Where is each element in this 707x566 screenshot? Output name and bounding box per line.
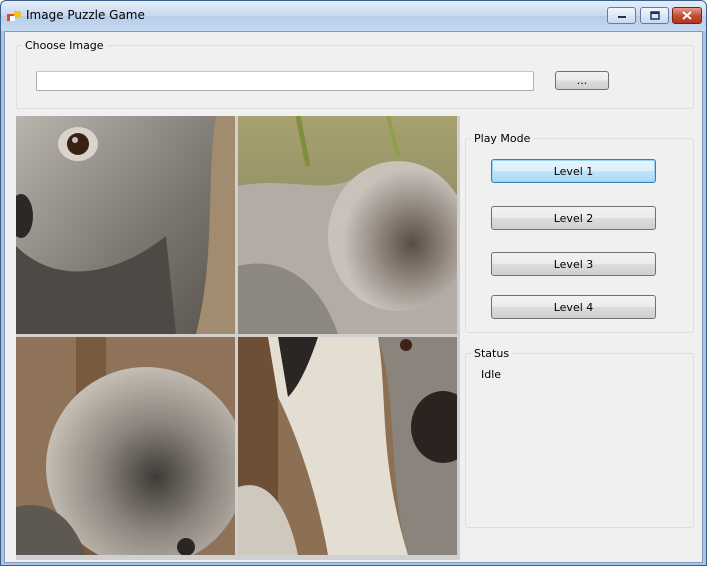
level-1-button[interactable]: Level 1 (491, 159, 656, 183)
maximize-button[interactable] (640, 7, 669, 24)
koala-tile-image (16, 116, 235, 334)
browse-button[interactable]: ... (555, 71, 609, 90)
maximize-icon (649, 11, 660, 20)
app-icon (7, 11, 21, 21)
koala-tile-image (238, 337, 457, 555)
choose-image-legend: Choose Image (25, 39, 104, 52)
level-4-button[interactable]: Level 4 (491, 295, 656, 319)
minimize-icon (617, 15, 626, 18)
title-bar[interactable]: Image Puzzle Game (1, 1, 706, 31)
puzzle-tile[interactable] (238, 337, 457, 555)
koala-tile-image (238, 116, 457, 334)
app-window: Image Puzzle Game Choose Image ... Play … (0, 0, 707, 566)
minimize-button[interactable] (607, 7, 636, 24)
window-title: Image Puzzle Game (26, 8, 145, 22)
level-2-button[interactable]: Level 2 (491, 206, 656, 230)
play-mode-legend: Play Mode (474, 132, 531, 145)
close-icon (682, 11, 692, 20)
level-3-button[interactable]: Level 3 (491, 252, 656, 276)
puzzle-grid (16, 116, 460, 560)
status-legend: Status (474, 347, 510, 360)
close-button[interactable] (672, 7, 702, 24)
puzzle-tile[interactable] (16, 337, 235, 555)
client-area: Choose Image ... Play Mode Level 1 Level… (4, 31, 703, 563)
puzzle-tile[interactable] (238, 116, 457, 334)
puzzle-tile[interactable] (16, 116, 235, 334)
status-text: Idle (481, 368, 502, 381)
koala-tile-image (16, 337, 235, 555)
image-path-input[interactable] (36, 71, 534, 91)
